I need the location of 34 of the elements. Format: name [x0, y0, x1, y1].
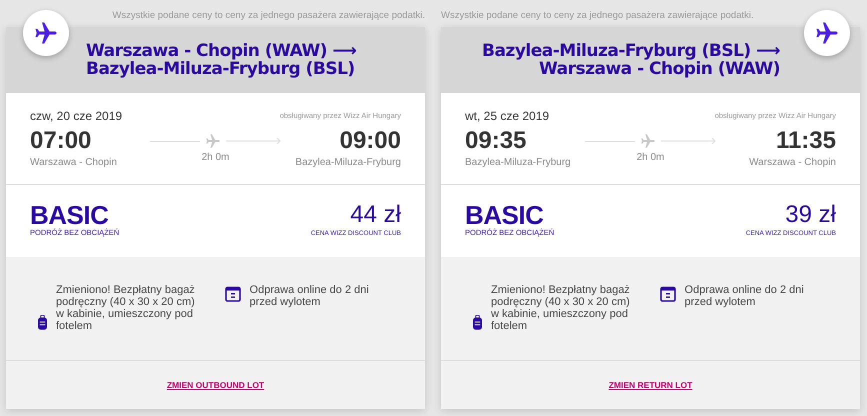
arrow-line-icon [226, 138, 281, 144]
route-title: Warszawa - Chopin (WAW) ⟶ Bazylea-Miluza-Fryburg (BSL) [86, 42, 358, 78]
flight-duration: 2h 0m [636, 151, 664, 165]
feature-text: Zmieniono! Bezpłatny bagaż podręczny (40 x 30 x 20 cm) w kabinie, umieszczony pod fotelem [56, 284, 196, 332]
airplane-icon [204, 132, 222, 150]
arrow-line-icon [661, 138, 716, 144]
change-flight-link[interactable]: ZMIEN RETURN LOT [608, 378, 692, 392]
arrival-time: 11:35 [776, 127, 836, 155]
departure-time: 07:00 [30, 127, 92, 155]
fare-name: BASIC [465, 203, 544, 228]
calendar-icon [224, 286, 241, 302]
flight-duration: 2h 0m [202, 151, 230, 165]
price-note: Wszystkie podane ceny to ceny za jednego pasażera zawierające podatki. [111, 9, 425, 23]
airplane-icon [639, 132, 657, 150]
fare-price: 39 zł [785, 203, 836, 228]
departure-airport: Warszawa - Chopin [30, 156, 118, 170]
fare-name: BASIC [30, 203, 108, 228]
departure-airport: Bazylea-Miluza-Fryburg [465, 156, 572, 170]
price-note: Wszystkie podane ceny to ceny za jednego pasażera zawierające podatki. [441, 9, 755, 23]
arrival-time: 09:00 [340, 127, 401, 155]
backpack-icon [473, 314, 482, 330]
arrival-airport: Warszawa - Chopin [749, 156, 836, 170]
calendar-icon [660, 286, 676, 302]
flight-date: czw, 20 cze 2019 [30, 108, 122, 125]
feature-text: Odprawa online do 2 dni przed wylotem [250, 284, 370, 308]
arrival-airport: Bazylea-Miluza-Fryburg [295, 156, 401, 170]
change-flight-link[interactable]: ZMIEN OUTBOUND LOT [166, 378, 264, 392]
fare-price: 44 zł [350, 203, 401, 228]
feature-text: Odprawa online do 2 dni przed wylotem [684, 284, 805, 308]
departure-time: 09:35 [465, 127, 528, 155]
route-title: Bazylea-Miluza-Fryburg (BSL) ⟶ Warszawa - Chopin (WAW) [481, 42, 780, 78]
feature-text: Zmieniono! Bezpłatny bagaż podręczny (40 x 30 x 20 cm) w kabinie, umieszczony pod fotelem [491, 284, 631, 332]
flight-date: wt, 25 cze 2019 [465, 108, 550, 125]
backpack-icon [38, 314, 47, 330]
